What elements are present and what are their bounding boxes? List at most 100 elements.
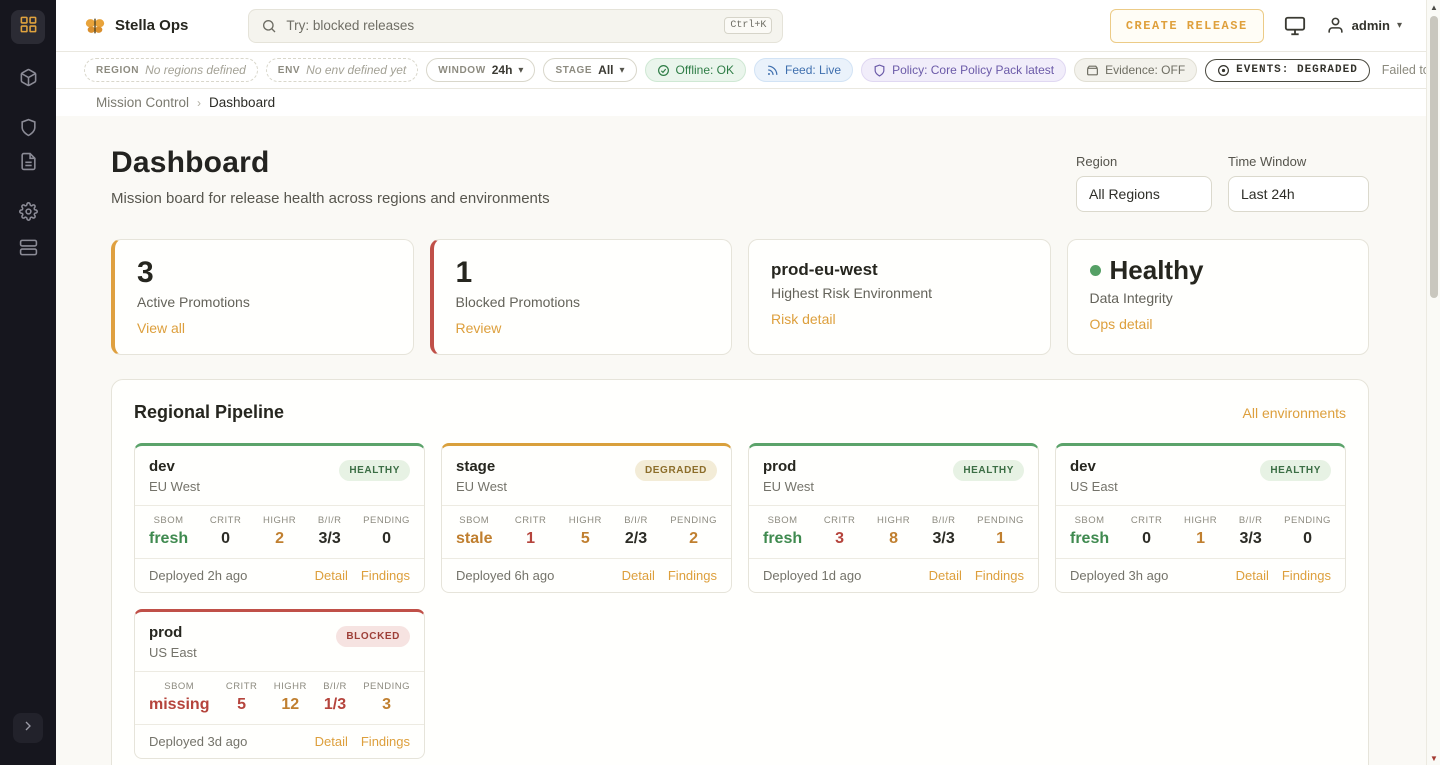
breadcrumb-mission-control[interactable]: Mission Control [96,95,189,110]
active-promotions-card: 3 Active Promotions View all [111,239,414,355]
highr-value: 2 [263,530,296,548]
env-context-pill[interactable]: ENV No env defined yet [266,58,418,82]
sbom-value: fresh [149,530,188,548]
deployed-text: Deployed 3h ago [1070,568,1168,583]
offline-status-chip[interactable]: Offline: OK [645,58,746,82]
env-card-stage-eu-west: stage EU West DEGRADED SBOMstale CRITR1 … [441,443,732,593]
view-all-link[interactable]: View all [137,320,185,336]
highr-value: 12 [274,696,307,714]
detail-link[interactable]: Detail [315,568,348,583]
create-release-button[interactable]: CREATE RELEASE [1110,9,1264,43]
target-icon [1217,64,1230,77]
chevron-down-icon: ▾ [518,65,523,76]
sidebar-item-infrastructure[interactable] [18,240,38,260]
brand[interactable]: Stella Ops [84,15,188,37]
findings-link[interactable]: Findings [361,734,410,749]
metric-label: B/I/R [1239,515,1263,526]
global-search[interactable]: Ctrl+K [248,9,783,43]
env-region: EU West [456,479,507,494]
findings-link[interactable]: Findings [668,568,717,583]
sidebar-item-settings[interactable] [18,204,38,224]
blocked-promotions-card: 1 Blocked Promotions Review [430,239,733,355]
detail-link[interactable]: Detail [622,568,655,583]
window-context-pill[interactable]: WINDOW 24h ▾ [426,58,535,82]
sidebar-item-documents[interactable] [18,154,38,174]
review-link[interactable]: Review [456,320,502,336]
env-pill-label: ENV [278,65,300,76]
metric-label: HIGHR [877,515,910,526]
region-filter-label: Region [1076,154,1212,169]
display-mode-button[interactable] [1284,15,1306,37]
metric-label: HIGHR [1184,515,1217,526]
region-pill-value: No regions defined [145,63,246,77]
breadcrumb-dashboard: Dashboard [209,95,275,110]
sidebar-item-releases[interactable] [18,70,38,90]
stage-context-pill[interactable]: STAGE All ▾ [543,58,636,82]
window-pill-label: WINDOW [438,65,485,76]
stage-pill-value: All [598,63,613,77]
shield-icon [873,64,886,77]
metric-label: CRITR [824,515,856,526]
metric-label: SBOM [1070,515,1109,526]
feed-status-label: Feed: Live [785,63,841,77]
feed-status-chip[interactable]: Feed: Live [754,58,853,82]
highr-value: 8 [877,530,910,548]
regional-pipeline-section: Regional Pipeline All environments dev E… [111,379,1369,765]
env-region: US East [149,645,197,660]
sidebar-item-dashboard[interactable] [11,10,45,44]
time-window-filter-value: Last 24h [1241,186,1295,202]
topbar-actions: CREATE RELEASE admin ▾ [1110,9,1402,43]
env-name: dev [1070,458,1118,475]
metric-label: SBOM [456,515,492,526]
region-filter-select[interactable]: All Regions [1076,176,1212,212]
ops-detail-link[interactable]: Ops detail [1090,316,1153,332]
policy-status-chip[interactable]: Policy: Core Policy Pack latest [861,58,1066,82]
search-icon [261,18,277,34]
archive-box-icon [1086,64,1099,77]
events-status-chip[interactable]: EVENTS: DEGRADED [1205,59,1370,82]
detail-link[interactable]: Detail [1236,568,1269,583]
risk-detail-link[interactable]: Risk detail [771,311,836,327]
env-name: prod [763,458,814,475]
pending-value: 0 [1284,530,1331,548]
events-status-label: EVENTS: DEGRADED [1236,64,1358,76]
context-bar: REGION No regions defined ENV No env def… [56,52,1426,89]
all-environments-link[interactable]: All environments [1243,405,1347,421]
blocked-promotions-label: Blocked Promotions [456,294,712,310]
region-context-pill[interactable]: REGION No regions defined [84,58,258,82]
time-window-filter-select[interactable]: Last 24h [1228,176,1369,212]
sidebar-expand-button[interactable] [13,713,43,743]
metric-label: PENDING [1284,515,1331,526]
chevron-down-icon: ▾ [620,65,625,76]
detail-link[interactable]: Detail [315,734,348,749]
content-area: Dashboard Mission board for release heal… [56,116,1426,765]
scroll-up-arrow-icon[interactable]: ▲ [1427,0,1440,14]
blocked-promotions-value: 1 [456,256,712,289]
findings-link[interactable]: Findings [975,568,1024,583]
user-menu[interactable]: admin ▾ [1326,16,1402,35]
pending-value: 0 [363,530,410,548]
critr-value: 3 [824,530,856,548]
scrollbar-thumb[interactable] [1430,16,1438,298]
sidebar [0,0,56,765]
critr-value: 0 [210,530,242,548]
metric-label: HIGHR [263,515,296,526]
findings-link[interactable]: Findings [361,568,410,583]
dashboard-grid-icon [19,15,38,39]
metric-label: B/I/R [624,515,648,526]
rss-icon [766,64,779,77]
env-card-dev-us-east: dev US East HEALTHY SBOMfresh CRITR0 HIG… [1055,443,1346,593]
findings-link[interactable]: Findings [1282,568,1331,583]
highest-risk-label: Highest Risk Environment [771,285,1030,301]
search-input[interactable] [286,18,715,33]
evidence-status-chip[interactable]: Evidence: OFF [1074,58,1197,82]
highest-risk-value: prod-eu-west [771,256,1030,280]
vertical-scrollbar[interactable]: ▲ ▼ [1426,0,1440,765]
metric-label: CRITR [210,515,242,526]
active-promotions-value: 3 [137,256,393,289]
status-badge: DEGRADED [635,460,717,481]
detail-link[interactable]: Detail [929,568,962,583]
env-region: EU West [763,479,814,494]
sidebar-item-policy[interactable] [18,120,38,140]
scroll-down-arrow-icon[interactable]: ▼ [1427,751,1440,765]
